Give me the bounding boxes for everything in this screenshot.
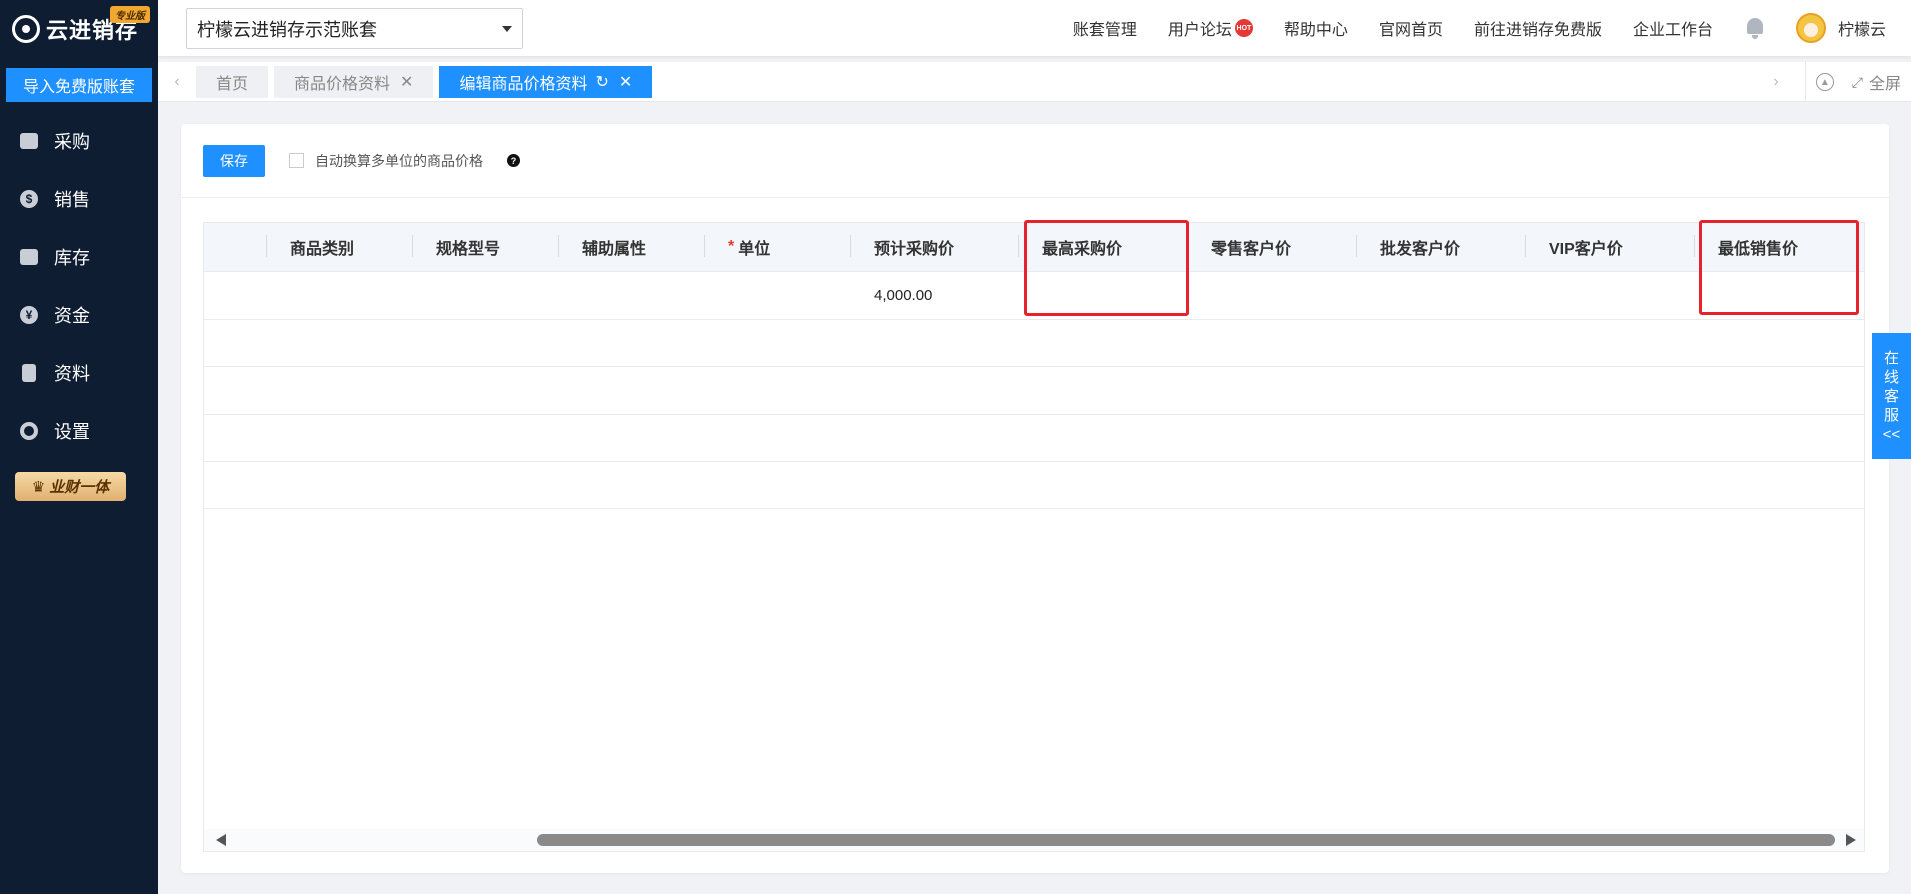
sidebar-item-inventory[interactable]: 库存 [0, 228, 158, 286]
horizontal-scrollbar[interactable] [204, 829, 1864, 851]
save-button[interactable]: 保存 [203, 144, 265, 177]
auto-convert-label: 自动换算多单位的商品价格 [315, 152, 483, 169]
tab-product-price[interactable]: 商品价格资料 ✕ [274, 66, 434, 98]
fullscreen-button[interactable]: ⤢ 全屏 [1852, 70, 1901, 94]
warehouse-icon [18, 246, 40, 268]
scroll-right-arrow-icon[interactable] [1846, 834, 1856, 846]
document-icon [18, 362, 40, 384]
website-home-link[interactable]: 官网首页 [1379, 16, 1443, 40]
highlight-min-sale-price [1699, 220, 1859, 315]
help-center-link[interactable]: 帮助中心 [1284, 16, 1348, 40]
import-free-account-button[interactable]: 导入免费版账套 [6, 68, 152, 102]
sidebar-item-label: 资金 [54, 306, 90, 326]
sidebar-item-settings[interactable]: 设置 [0, 402, 158, 460]
caret-down-icon [502, 26, 512, 32]
yen-coin-icon: ¥ [18, 304, 40, 326]
close-icon[interactable]: ✕ [619, 72, 632, 92]
promo-label: 业财一体 [49, 479, 110, 496]
sidebar-item-label: 设置 [54, 422, 90, 442]
shopping-bag-icon [18, 130, 40, 152]
collapse-up-icon[interactable]: ▲ [1815, 73, 1834, 91]
username: 柠檬云 [1837, 22, 1886, 39]
crown-icon: ♛ [31, 478, 46, 496]
refresh-icon[interactable]: ↻ [595, 72, 608, 92]
close-icon[interactable]: ✕ [400, 72, 413, 92]
estimated-purchase-price-cell[interactable]: 4,000.00 [850, 272, 1018, 319]
table-row[interactable] [204, 366, 1864, 414]
column-header[interactable]: 批发客户价 [1356, 223, 1525, 271]
finance-integration-promo[interactable]: ♛ 业财一体 [15, 472, 126, 501]
forum-link-label: 用户论坛 [1167, 22, 1232, 39]
online-service-tab[interactable]: 在 线 客 服 << [1872, 333, 1911, 459]
top-header: 柠檬云进销存示范账套 账套管理 用户论坛 HOT 帮助中心 官网首页 前往进销存… [158, 0, 1911, 56]
column-header[interactable]: * 单位 [704, 223, 850, 271]
sidebar-item-data[interactable]: 资料 [0, 344, 158, 402]
sidebar-item-label: 销售 [54, 190, 90, 210]
account-manage-link[interactable]: 账套管理 [1073, 16, 1137, 40]
tab-tools: ▲ ⤢ 全屏 [1804, 62, 1911, 102]
table-row[interactable] [204, 413, 1864, 462]
sidebar: 云进销存 专业版 导入免费版账套 采购 $ 销售 库存 ¥ 资金 资料 设置 ♛ [0, 0, 158, 894]
column-header[interactable]: 商品类别 [266, 223, 412, 271]
column-header[interactable]: 规格型号 [412, 223, 558, 271]
user-forum-link[interactable]: 用户论坛 HOT [1168, 16, 1253, 40]
tab-home[interactable]: 首页 [196, 66, 269, 98]
tab-label: 编辑商品价格资料 [459, 76, 588, 93]
tab-label: 首页 [216, 76, 249, 93]
column-header[interactable]: 预计采购价 [850, 223, 1018, 271]
question-icon[interactable]: ? [507, 154, 520, 167]
sidebar-item-label: 采购 [54, 132, 90, 152]
enterprise-workbench-link[interactable]: 企业工作台 [1633, 16, 1713, 40]
grid-index-header [204, 223, 266, 271]
bell-icon[interactable] [1744, 16, 1766, 40]
toolbar: 保存 自动换算多单位的商品价格 ? [181, 124, 1889, 198]
required-mark: * [728, 238, 735, 255]
column-header[interactable]: VIP客户价 [1525, 223, 1694, 271]
sidebar-item-label: 资料 [54, 364, 90, 384]
tab-edit-product-price[interactable]: 编辑商品价格资料 ↻ ✕ [439, 66, 653, 98]
price-grid: 商品类别 规格型号 辅助属性 * 单位 预计采购价 最高采购价 零售客户价 批发客… [203, 222, 1865, 852]
column-header[interactable]: 零售客户价 [1187, 223, 1356, 271]
account-select-value: 柠檬云进销存示范账套 [197, 19, 377, 40]
logo-icon [12, 15, 40, 43]
highlight-max-purchase-price [1024, 220, 1189, 316]
tabs: 首页 商品价格资料 ✕ 编辑商品价格资料 ↻ ✕ [196, 66, 658, 98]
fullscreen-label: 全屏 [1868, 76, 1901, 93]
tabs-scroll-right-icon[interactable]: › [1761, 62, 1791, 102]
sidebar-nav: 采购 $ 销售 库存 ¥ 资金 资料 设置 [0, 112, 158, 460]
edition-badge: 专业版 [110, 6, 150, 23]
sidebar-item-purchase[interactable]: 采购 [0, 112, 158, 170]
hot-badge: HOT [1234, 19, 1253, 37]
scroll-left-arrow-icon[interactable] [216, 834, 226, 846]
sidebar-item-funds[interactable]: ¥ 资金 [0, 286, 158, 344]
header-links: 账套管理 用户论坛 HOT 帮助中心 官网首页 前往进销存免费版 企业工作台 柠… [1073, 0, 1911, 56]
expand-icon: ⤢ [1851, 73, 1863, 90]
sidebar-item-label: 库存 [54, 248, 90, 268]
free-version-link[interactable]: 前往进销存免费版 [1474, 16, 1602, 40]
tabs-scroll-left-icon[interactable]: ‹ [162, 62, 192, 102]
table-row[interactable] [204, 318, 1864, 367]
column-header[interactable]: 辅助属性 [558, 223, 704, 271]
avatar [1795, 13, 1826, 43]
table-row[interactable] [204, 461, 1864, 509]
auto-convert-checkbox[interactable] [289, 153, 304, 168]
tab-label: 商品价格资料 [294, 76, 391, 93]
user-menu[interactable]: 柠檬云 [1795, 13, 1886, 43]
scrollbar-thumb[interactable] [537, 834, 1835, 846]
sidebar-item-sales[interactable]: $ 销售 [0, 170, 158, 228]
tab-bar: ‹ 首页 商品价格资料 ✕ 编辑商品价格资料 ↻ ✕ › ▲ ⤢ 全屏 [158, 62, 1911, 102]
gear-icon [18, 420, 40, 442]
account-select[interactable]: 柠檬云进销存示范账套 [186, 8, 523, 49]
brand-logo[interactable]: 云进销存 专业版 [0, 0, 158, 58]
money-bag-icon: $ [18, 188, 40, 210]
